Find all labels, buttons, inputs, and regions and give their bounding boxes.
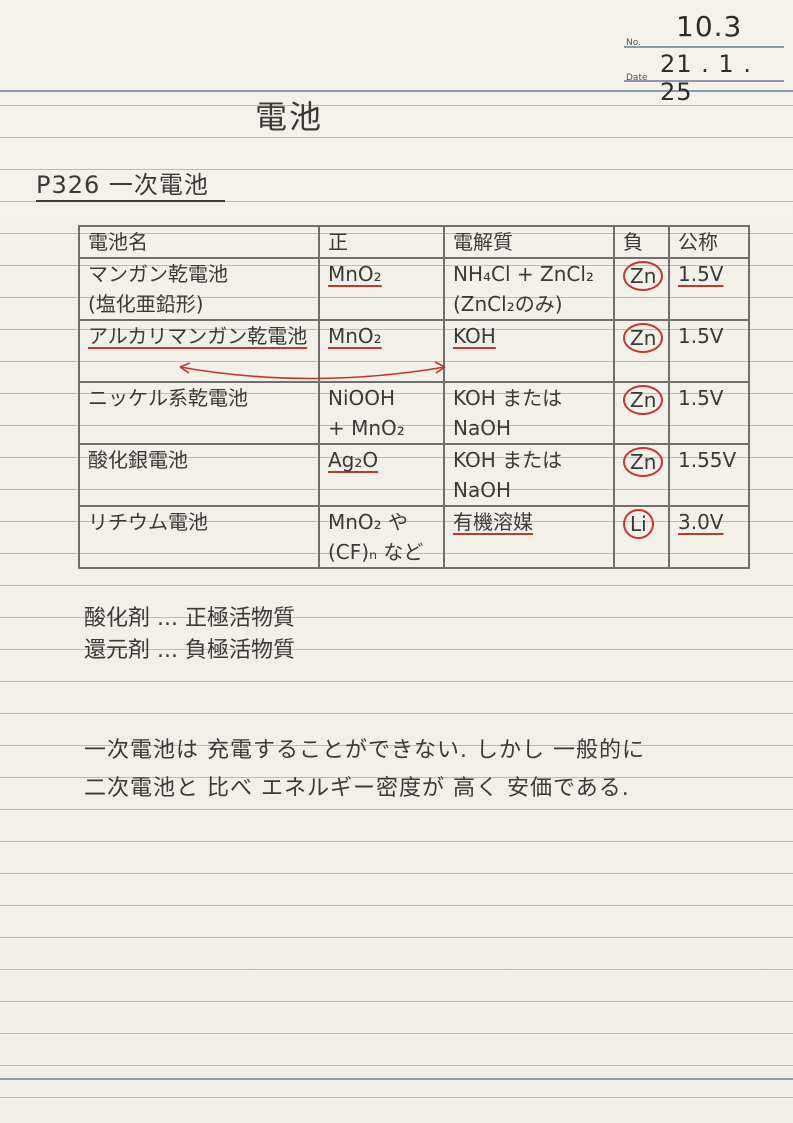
cell-electrolyte: KOH または NaOH: [443, 381, 615, 445]
cell-electrolyte: KOH: [443, 319, 615, 383]
cell-negative-circled: Zn: [623, 323, 664, 353]
cell-name: ニッケル系乾電池: [78, 381, 320, 445]
cell-negative-circled: Li: [623, 509, 654, 539]
cell-negative: Zn: [613, 443, 670, 507]
section-heading: P326 一次電池: [36, 170, 225, 202]
cell-name-line1: マンガン乾電池: [88, 262, 228, 286]
cell-positive: Ag₂O: [318, 443, 445, 507]
cell-electrolyte-line1: KOH: [453, 324, 496, 348]
table-row: マンガン乾電池 (塩化亜鉛形) MnO₂ NH₄Cl + ZnCl₂ (ZnCl…: [78, 257, 750, 321]
col-header-electrolyte: 電解質: [443, 225, 615, 259]
cell-positive: MnO₂ や (CF)ₙ など: [318, 505, 445, 569]
cell-positive: MnO₂: [318, 257, 445, 321]
col-header-negative: 負: [613, 225, 670, 259]
table-row: リチウム電池 MnO₂ や (CF)ₙ など 有機溶媒 Li 3.0V: [78, 505, 750, 569]
cell-voltage-text: 1.5V: [678, 324, 724, 348]
cell-electrolyte-line1: 有機溶媒: [453, 510, 533, 534]
no-value-wrap: 10.3: [676, 10, 742, 43]
cell-electrolyte-line1: NH₄Cl + ZnCl₂: [453, 262, 594, 286]
table-row: 酸化銀電池 Ag₂O KOH または NaOH Zn 1.55V: [78, 443, 750, 507]
cell-voltage-text: 3.0V: [678, 510, 724, 534]
col-header-name: 電池名: [78, 225, 320, 259]
summary-block: 一次電池は 充電することができない. しかし 一般的に 二次電池と 比べ エネル…: [84, 732, 645, 808]
cell-positive-line1: NiOOH: [328, 386, 396, 410]
cell-voltage: 1.55V: [668, 443, 750, 507]
cell-positive-text: MnO₂: [328, 262, 382, 286]
cell-voltage-text: 1.55V: [678, 448, 737, 472]
cell-name-line1: 酸化銀電池: [88, 448, 188, 472]
cell-positive-line2: (CF)ₙ など: [328, 540, 424, 564]
date-value: 21 . 1 . 25: [660, 50, 752, 106]
col-header-positive: 正: [318, 225, 445, 259]
cell-negative: Zn: [613, 319, 670, 383]
cell-negative: Zn: [613, 381, 670, 445]
cell-name: マンガン乾電池 (塩化亜鉛形): [78, 257, 320, 321]
cell-voltage-text: 1.5V: [678, 386, 724, 410]
cell-voltage-text: 1.5V: [678, 262, 724, 286]
cell-negative-circled: Zn: [623, 261, 664, 291]
table-header-row: 電池名 正 電解質 負 公称: [78, 225, 750, 259]
cell-positive: NiOOH + MnO₂: [318, 381, 445, 445]
cell-negative: Li: [613, 505, 670, 569]
notebook-page: No. 10.3 Date 21 . 1 . 25 電池 P326 一次電池 電…: [0, 0, 793, 1123]
cell-name-line1: ニッケル系乾電池: [88, 386, 248, 410]
cell-name-line1: リチウム電池: [88, 510, 208, 534]
notes-block: 酸化剤 ... 正極活物質 還元剤 ... 負極活物質: [84, 603, 295, 667]
double-arrow-icon: [179, 361, 446, 380]
summary-line1: 一次電池は 充電することができない. しかし 一般的に: [84, 738, 645, 763]
cell-electrolyte-line2: NaOH: [453, 416, 511, 440]
cell-voltage: 1.5V: [668, 381, 750, 445]
cell-positive-line2: + MnO₂: [328, 416, 405, 440]
cell-voltage: 3.0V: [668, 505, 750, 569]
no-value: 10.3: [676, 10, 743, 43]
cell-electrolyte-line2: (ZnCl₂のみ): [453, 292, 563, 316]
cell-name: 酸化銀電池: [78, 443, 320, 507]
cell-name-line1: アルカリマンガン乾電池: [88, 324, 308, 348]
date-value-wrap: 21 . 1 . 25: [660, 50, 793, 106]
cell-electrolyte-line2: NaOH: [453, 478, 511, 502]
cell-electrolyte-line1: KOH または: [453, 386, 563, 410]
date-underline: [624, 80, 784, 82]
note-oxidizer: 酸化剤 ... 正極活物質: [84, 606, 295, 631]
cell-negative: Zn: [613, 257, 670, 321]
cell-electrolyte: 有機溶媒: [443, 505, 615, 569]
cell-positive-text: Ag₂O: [328, 448, 379, 472]
col-header-voltage: 公称: [668, 225, 750, 259]
cell-positive-line1: MnO₂ や: [328, 510, 409, 534]
bottom-dotted-rule: [0, 1083, 793, 1085]
cell-negative-circled: Zn: [623, 447, 664, 477]
cell-voltage: 1.5V: [668, 319, 750, 383]
cell-name: リチウム電池: [78, 505, 320, 569]
page-title: 電池: [255, 98, 324, 136]
note-reducer: 還元剤 ... 負極活物質: [84, 638, 295, 663]
cell-electrolyte: KOH または NaOH: [443, 443, 615, 507]
summary-line2: 二次電池と 比べ エネルギー密度が 高く 安価である.: [84, 776, 630, 801]
bottom-rule: [0, 1078, 793, 1080]
cell-positive-text: MnO₂: [328, 324, 382, 348]
no-underline: [624, 46, 784, 48]
cell-name-line2: (塩化亜鉛形): [88, 292, 204, 316]
battery-table: 電池名 正 電解質 負 公称 マンガン乾電池 (塩化亜鉛形) MnO₂ NH₄C…: [78, 225, 750, 569]
cell-voltage: 1.5V: [668, 257, 750, 321]
table-row: ニッケル系乾電池 NiOOH + MnO₂ KOH または NaOH Zn 1.…: [78, 381, 750, 445]
cell-electrolyte: NH₄Cl + ZnCl₂ (ZnCl₂のみ): [443, 257, 615, 321]
cell-electrolyte-line1: KOH または: [453, 448, 563, 472]
cell-negative-circled: Zn: [623, 385, 664, 415]
